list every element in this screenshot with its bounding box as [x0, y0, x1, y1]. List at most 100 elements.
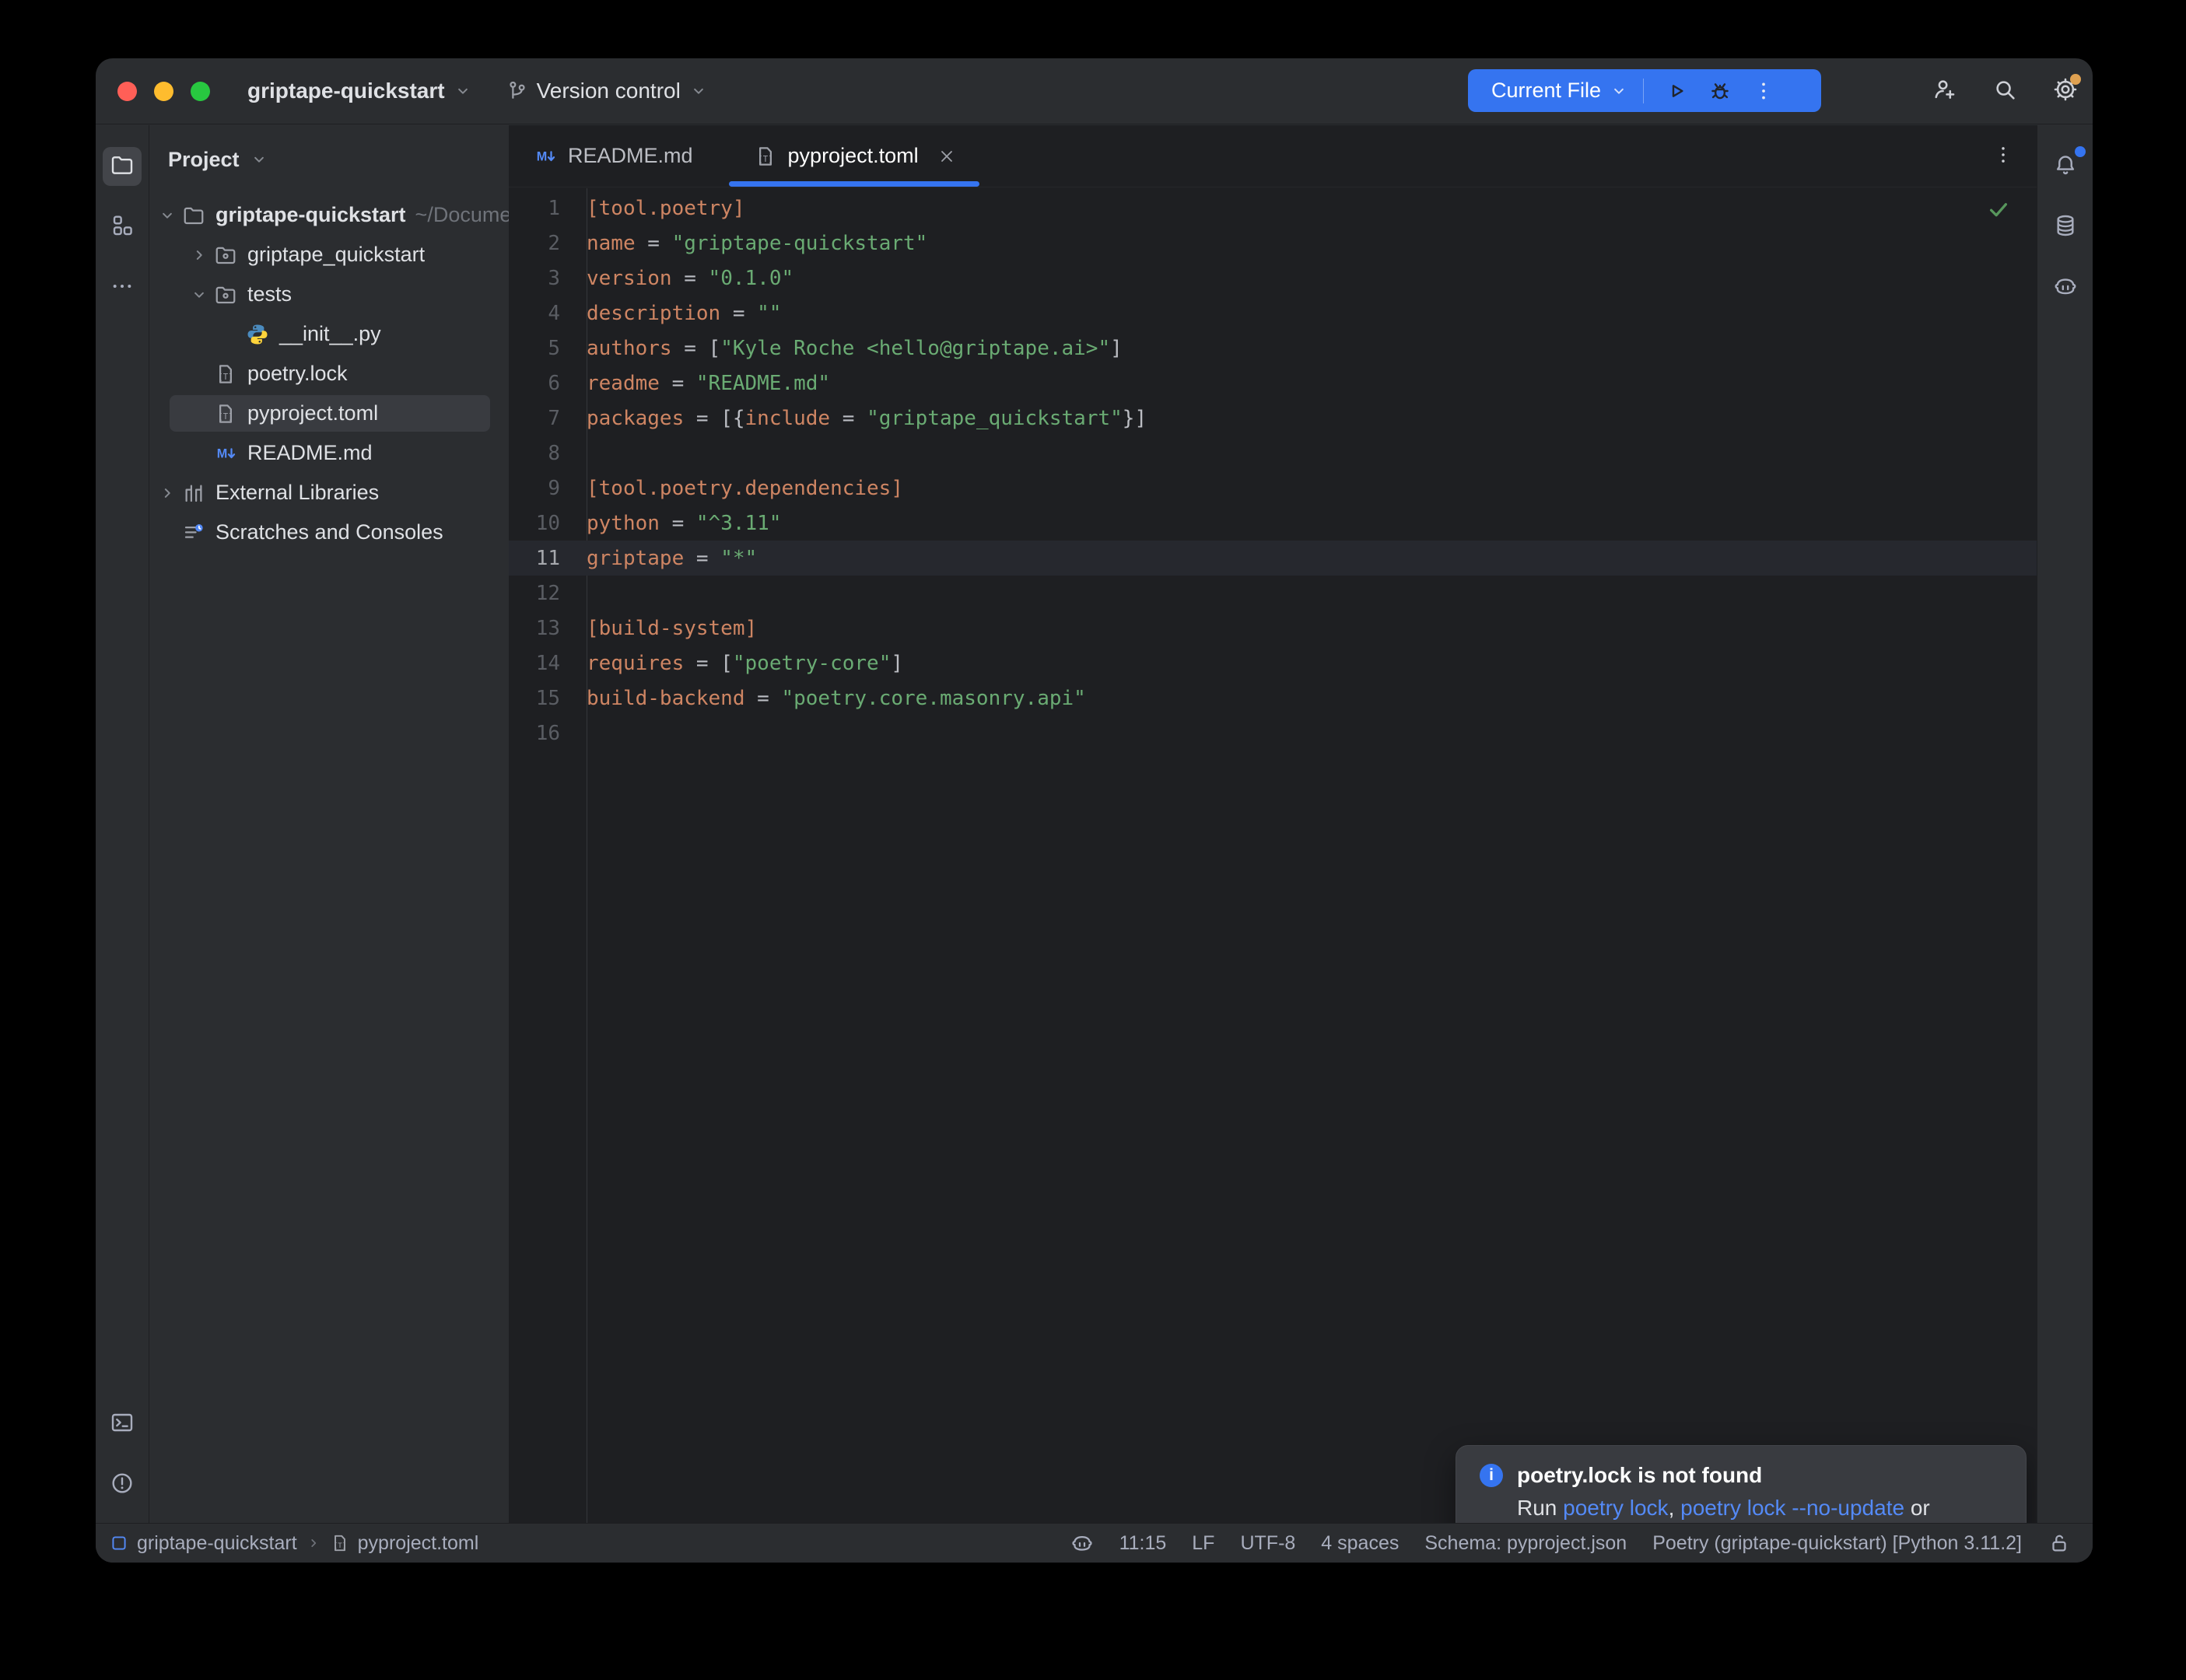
- database-tool-button[interactable]: [2046, 208, 2085, 247]
- editor-tab-bar: M README.md [T] pyproject.toml: [509, 125, 2037, 187]
- vcs-widget-label: Version control: [537, 79, 681, 103]
- code-line-text: description = "": [587, 302, 781, 325]
- code-line-5[interactable]: 5authors = ["Kyle Roche <hello@griptape.…: [509, 331, 2037, 366]
- run-widget: Current File: [1468, 69, 1821, 112]
- svg-text:[T]: [T]: [218, 371, 233, 381]
- notifications-badge: [2075, 146, 2086, 157]
- code-editor[interactable]: 1[tool.poetry]2name = "griptape-quicksta…: [509, 188, 2037, 1563]
- chevron-right-icon: [153, 483, 180, 503]
- code-line-1[interactable]: 1[tool.poetry]: [509, 191, 2037, 226]
- code-line-13[interactable]: 13[build-system]: [509, 611, 2037, 646]
- tree-item-label: tests: [247, 282, 292, 306]
- vcs-widget[interactable]: Version control: [506, 79, 709, 103]
- tab-label: pyproject.toml: [788, 144, 919, 168]
- problems-tool-button[interactable]: [103, 1465, 142, 1504]
- line-number: 14: [509, 652, 587, 675]
- minimize-window-button[interactable]: [154, 82, 173, 101]
- status-encoding[interactable]: UTF-8: [1240, 1532, 1295, 1555]
- status-indent[interactable]: 4 spaces: [1321, 1532, 1399, 1555]
- zoom-window-button[interactable]: [191, 82, 210, 101]
- kebab-icon: [1992, 143, 2015, 170]
- project-tool-button[interactable]: [103, 147, 142, 186]
- folder-src-icon: [212, 243, 239, 267]
- tree-item-scratches-and-consoles[interactable]: Scratches and Consoles: [149, 513, 509, 552]
- run-button[interactable]: [1655, 79, 1698, 103]
- tree-item-griptape-quickstart[interactable]: griptape-quickstart~/Docume: [149, 195, 509, 235]
- tab-readme[interactable]: M README.md: [518, 125, 707, 187]
- code-line-6[interactable]: 6readme = "README.md": [509, 366, 2037, 401]
- tree-item-griptape-quickstart[interactable]: griptape_quickstart: [149, 235, 509, 275]
- run-more-actions-button[interactable]: [1742, 79, 1785, 103]
- debug-button[interactable]: [1698, 79, 1742, 103]
- module-icon: [109, 1533, 129, 1553]
- line-number: 10: [509, 512, 587, 535]
- svg-text:M: M: [217, 446, 228, 460]
- status-line-ending[interactable]: LF: [1192, 1532, 1214, 1555]
- code-line-8[interactable]: 8: [509, 436, 2037, 471]
- link-poetry-lock-no-update[interactable]: poetry lock --no-update: [1680, 1496, 1904, 1520]
- code-line-2[interactable]: 2name = "griptape-quickstart": [509, 226, 2037, 261]
- status-schema[interactable]: Schema: pyproject.json: [1424, 1532, 1627, 1555]
- line-number: 11: [509, 547, 587, 570]
- code-line-text: [tool.poetry.dependencies]: [587, 477, 903, 500]
- code-line-16[interactable]: 16: [509, 716, 2037, 751]
- ai-assistant-icon: [2053, 274, 2078, 303]
- ellipsis-icon: [110, 274, 135, 303]
- code-with-me-button[interactable]: [1931, 76, 1957, 107]
- status-caret-position[interactable]: 11:15: [1119, 1532, 1167, 1555]
- code-line-text: version = "0.1.0": [587, 267, 793, 290]
- unlock-icon[interactable]: [2048, 1531, 2071, 1555]
- code-line-4[interactable]: 4description = "": [509, 296, 2037, 331]
- notification-header: i poetry.lock is not found: [1480, 1463, 2002, 1488]
- folder-icon: [110, 152, 135, 181]
- tree-item-tests[interactable]: tests: [149, 275, 509, 314]
- code-line-7[interactable]: 7packages = [{include = "griptape_quicks…: [509, 401, 2037, 436]
- status-interpreter[interactable]: Poetry (griptape-quickstart) [Python 3.1…: [1652, 1532, 2022, 1555]
- ai-assistant-tool-button[interactable]: [2046, 268, 2085, 307]
- chevron-right-icon: [305, 1535, 322, 1552]
- code-line-12[interactable]: 12: [509, 576, 2037, 611]
- settings-update-badge: [2070, 74, 2081, 85]
- code-line-3[interactable]: 3version = "0.1.0": [509, 261, 2037, 296]
- python-icon: [244, 323, 271, 346]
- terminal-icon: [110, 1410, 135, 1439]
- settings-button[interactable]: [2052, 76, 2079, 107]
- status-widget-list: 11:15 LF UTF-8 4 spaces Schema: pyproject.js…: [1119, 1532, 2022, 1555]
- code-line-text: python = "^3.11": [587, 512, 781, 535]
- project-switcher-label: griptape-quickstart: [247, 79, 445, 103]
- tree-item-label: __init__.py: [279, 322, 381, 346]
- code-line-10[interactable]: 10python = "^3.11": [509, 506, 2037, 541]
- more-tool-windows-button[interactable]: [103, 268, 142, 307]
- notifications-tool-button[interactable]: [2046, 147, 2085, 186]
- scratches-icon: [180, 521, 207, 544]
- link-poetry-lock[interactable]: poetry lock: [1563, 1496, 1668, 1520]
- tree-item-pyproject-toml[interactable]: [T]pyproject.toml: [149, 394, 509, 433]
- code-line-9[interactable]: 9[tool.poetry.dependencies]: [509, 471, 2037, 506]
- code-line-15[interactable]: 15build-backend = "poetry.core.masonry.a…: [509, 681, 2037, 716]
- run-config-selector[interactable]: Current File: [1491, 79, 1601, 103]
- code-line-11[interactable]: 11griptape = "*": [509, 541, 2037, 576]
- line-number: 6: [509, 372, 587, 395]
- close-tab-button[interactable]: [937, 147, 956, 166]
- chevron-down-icon: [688, 81, 709, 101]
- project-panel-header[interactable]: Project: [149, 125, 509, 194]
- tree-item-external-libraries[interactable]: External Libraries: [149, 473, 509, 513]
- tab-pyproject[interactable]: [T] pyproject.toml: [729, 125, 979, 187]
- tree-item-label: poetry.lock: [247, 362, 348, 386]
- tree-item-readme-md[interactable]: MREADME.md: [149, 433, 509, 473]
- tab-options-button[interactable]: [1992, 125, 2015, 187]
- tree-item-poetry-lock[interactable]: [T] poetry.lock: [149, 354, 509, 394]
- breadcrumb-project[interactable]: griptape-quickstart: [137, 1532, 297, 1555]
- search-everywhere-button[interactable]: [1992, 76, 2018, 107]
- breadcrumb-file[interactable]: pyproject.toml: [358, 1532, 479, 1555]
- tree-item-init-py[interactable]: __init__.py: [149, 314, 509, 354]
- project-switcher[interactable]: griptape-quickstart: [247, 79, 473, 103]
- copilot-status-icon[interactable]: [1070, 1531, 1094, 1555]
- terminal-tool-button[interactable]: [103, 1405, 142, 1444]
- notification-text: Run: [1517, 1496, 1563, 1520]
- code-line-14[interactable]: 14requires = ["poetry-core"]: [509, 646, 2037, 681]
- notification-text: ,: [1669, 1496, 1681, 1520]
- close-window-button[interactable]: [117, 82, 137, 101]
- chevron-down-icon: [153, 205, 180, 226]
- structure-tool-button[interactable]: [103, 208, 142, 247]
